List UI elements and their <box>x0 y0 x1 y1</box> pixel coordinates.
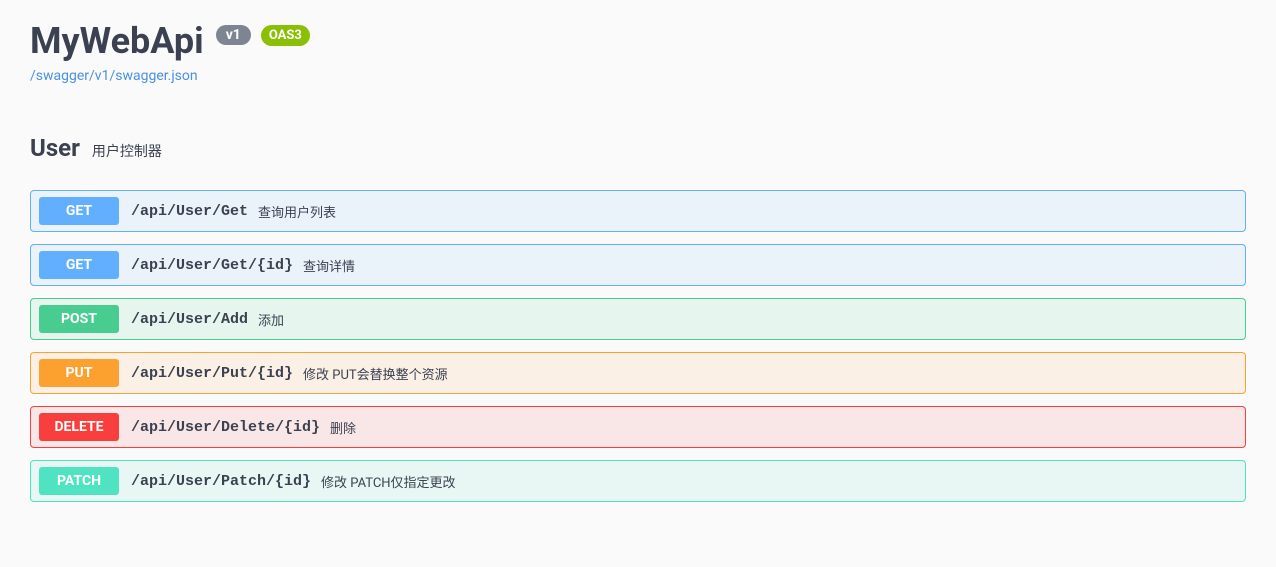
operation-path: /api/User/Put/{id} <box>131 365 293 382</box>
operation-summary: 查询详情 <box>303 256 355 275</box>
tag-section-user: User 用户控制器 GET /api/User/Get 查询用户列表 GET … <box>30 134 1246 502</box>
tag-name: User <box>30 134 80 162</box>
operation-path: /api/User/Delete/{id} <box>131 419 320 436</box>
tag-description: 用户控制器 <box>92 141 162 161</box>
api-header: MyWebApi v1 OAS3 /swagger/v1/swagger.jso… <box>30 20 1246 84</box>
operation-patch-user[interactable]: PATCH /api/User/Patch/{id} 修改 PATCH仅指定更改 <box>30 460 1246 502</box>
operation-summary: 删除 <box>330 418 356 437</box>
method-badge: PATCH <box>39 467 119 495</box>
operation-summary: 查询用户列表 <box>258 202 336 221</box>
method-badge: GET <box>39 197 119 225</box>
version-badge: v1 <box>216 25 251 45</box>
operation-put-user[interactable]: PUT /api/User/Put/{id} 修改 PUT会替换整个资源 <box>30 352 1246 394</box>
operation-get-users[interactable]: GET /api/User/Get 查询用户列表 <box>30 190 1246 232</box>
operation-get-user-by-id[interactable]: GET /api/User/Get/{id} 查询详情 <box>30 244 1246 286</box>
operation-path: /api/User/Patch/{id} <box>131 473 311 490</box>
api-title: MyWebApi <box>30 20 204 62</box>
operation-delete-user[interactable]: DELETE /api/User/Delete/{id} 删除 <box>30 406 1246 448</box>
operation-post-user-add[interactable]: POST /api/User/Add 添加 <box>30 298 1246 340</box>
operation-path: /api/User/Get/{id} <box>131 257 293 274</box>
operation-summary: 添加 <box>258 310 284 329</box>
operation-summary: 修改 PATCH仅指定更改 <box>321 472 456 491</box>
tag-header[interactable]: User 用户控制器 <box>30 134 1246 172</box>
method-badge: PUT <box>39 359 119 387</box>
method-badge: DELETE <box>39 413 119 441</box>
swagger-json-link[interactable]: /swagger/v1/swagger.json <box>30 68 198 84</box>
method-badge: POST <box>39 305 119 333</box>
operation-path: /api/User/Add <box>131 311 248 328</box>
operation-path: /api/User/Get <box>131 203 248 220</box>
operation-summary: 修改 PUT会替换整个资源 <box>303 364 448 383</box>
oas-badge: OAS3 <box>261 25 310 46</box>
method-badge: GET <box>39 251 119 279</box>
